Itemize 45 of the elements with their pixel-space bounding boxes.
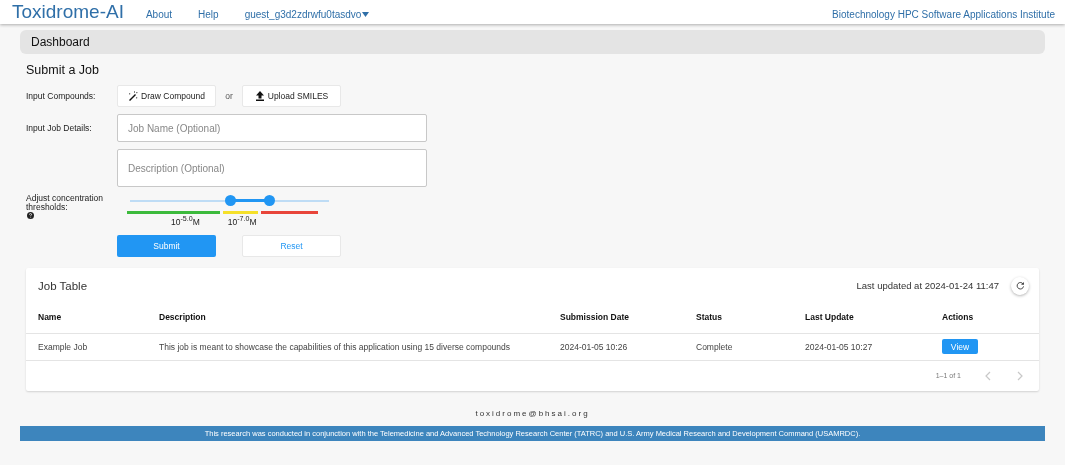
help-icon[interactable] bbox=[27, 212, 34, 219]
form-label: Adjust concentration thresholds: bbox=[26, 194, 122, 219]
threshold-value: 10$^{-7.0}$M bbox=[227, 215, 257, 227]
form-label: Input Job Details: bbox=[26, 123, 93, 133]
page-title: Dashboard bbox=[31, 35, 90, 49]
range-slider[interactable] bbox=[130, 195, 329, 207]
slider-thumb[interactable] bbox=[264, 195, 276, 206]
user-menu[interactable]: guest_g3d2zdrwfu0tasdvo bbox=[244, 4, 370, 20]
caution-band bbox=[223, 211, 258, 214]
card-title: Job Table bbox=[38, 279, 88, 292]
magic-wand-icon bbox=[128, 91, 139, 101]
draw-compound-button[interactable]: Draw Compound bbox=[117, 85, 216, 107]
form-label: Input Compounds: bbox=[26, 91, 97, 101]
upload-icon bbox=[254, 91, 265, 101]
or-text: or bbox=[224, 91, 234, 101]
column-header: Status bbox=[696, 311, 723, 325]
reset-button[interactable]: Reset bbox=[242, 234, 341, 257]
slider-thumb[interactable] bbox=[224, 195, 236, 206]
table-cell-text: 2024-01-05 10:26 bbox=[560, 340, 629, 354]
table-cell-text: This job is meant to showcase the capabilities of this application using 15 diverse compounds bbox=[159, 340, 512, 354]
institute-link[interactable]: Biotechnology HPC Software Applications Institute bbox=[832, 4, 1055, 20]
last-updated-text: Last updated at 2024-01-24 11:47 bbox=[856, 280, 999, 292]
view-button[interactable]: View bbox=[942, 339, 978, 355]
description-field[interactable]: Description (Optional) bbox=[117, 149, 427, 187]
table-cell-text: Complete bbox=[696, 340, 734, 354]
column-header: Name bbox=[38, 311, 63, 325]
column-header: Submission Date bbox=[560, 311, 630, 325]
column-header: Last Update bbox=[805, 311, 855, 325]
table-cell-text: 2024-01-05 10:27 bbox=[805, 340, 874, 354]
job-name-field[interactable]: Job Name (Optional) bbox=[117, 114, 427, 142]
contact-email: toxidrome@bhsai.org bbox=[474, 408, 591, 418]
threshold-value: 10$^{-5.0}$M bbox=[171, 215, 200, 227]
table-cell-text: Example Job bbox=[38, 340, 89, 354]
nav-link[interactable]: About bbox=[145, 4, 173, 20]
app-logo[interactable]: Toxidrome-AI bbox=[12, 1, 124, 23]
refresh-button[interactable] bbox=[1011, 276, 1029, 295]
refresh-icon bbox=[1015, 281, 1025, 291]
section-title: Submit a Job bbox=[26, 63, 100, 77]
nav-link[interactable]: Help bbox=[198, 4, 219, 20]
upload-button[interactable]: Upload SMILES bbox=[242, 85, 341, 107]
column-header: Actions bbox=[942, 311, 975, 325]
caret-icon bbox=[362, 11, 370, 17]
column-header: Description bbox=[159, 311, 207, 325]
danger-band bbox=[261, 211, 318, 214]
submit-button[interactable]: Submit bbox=[117, 234, 216, 257]
